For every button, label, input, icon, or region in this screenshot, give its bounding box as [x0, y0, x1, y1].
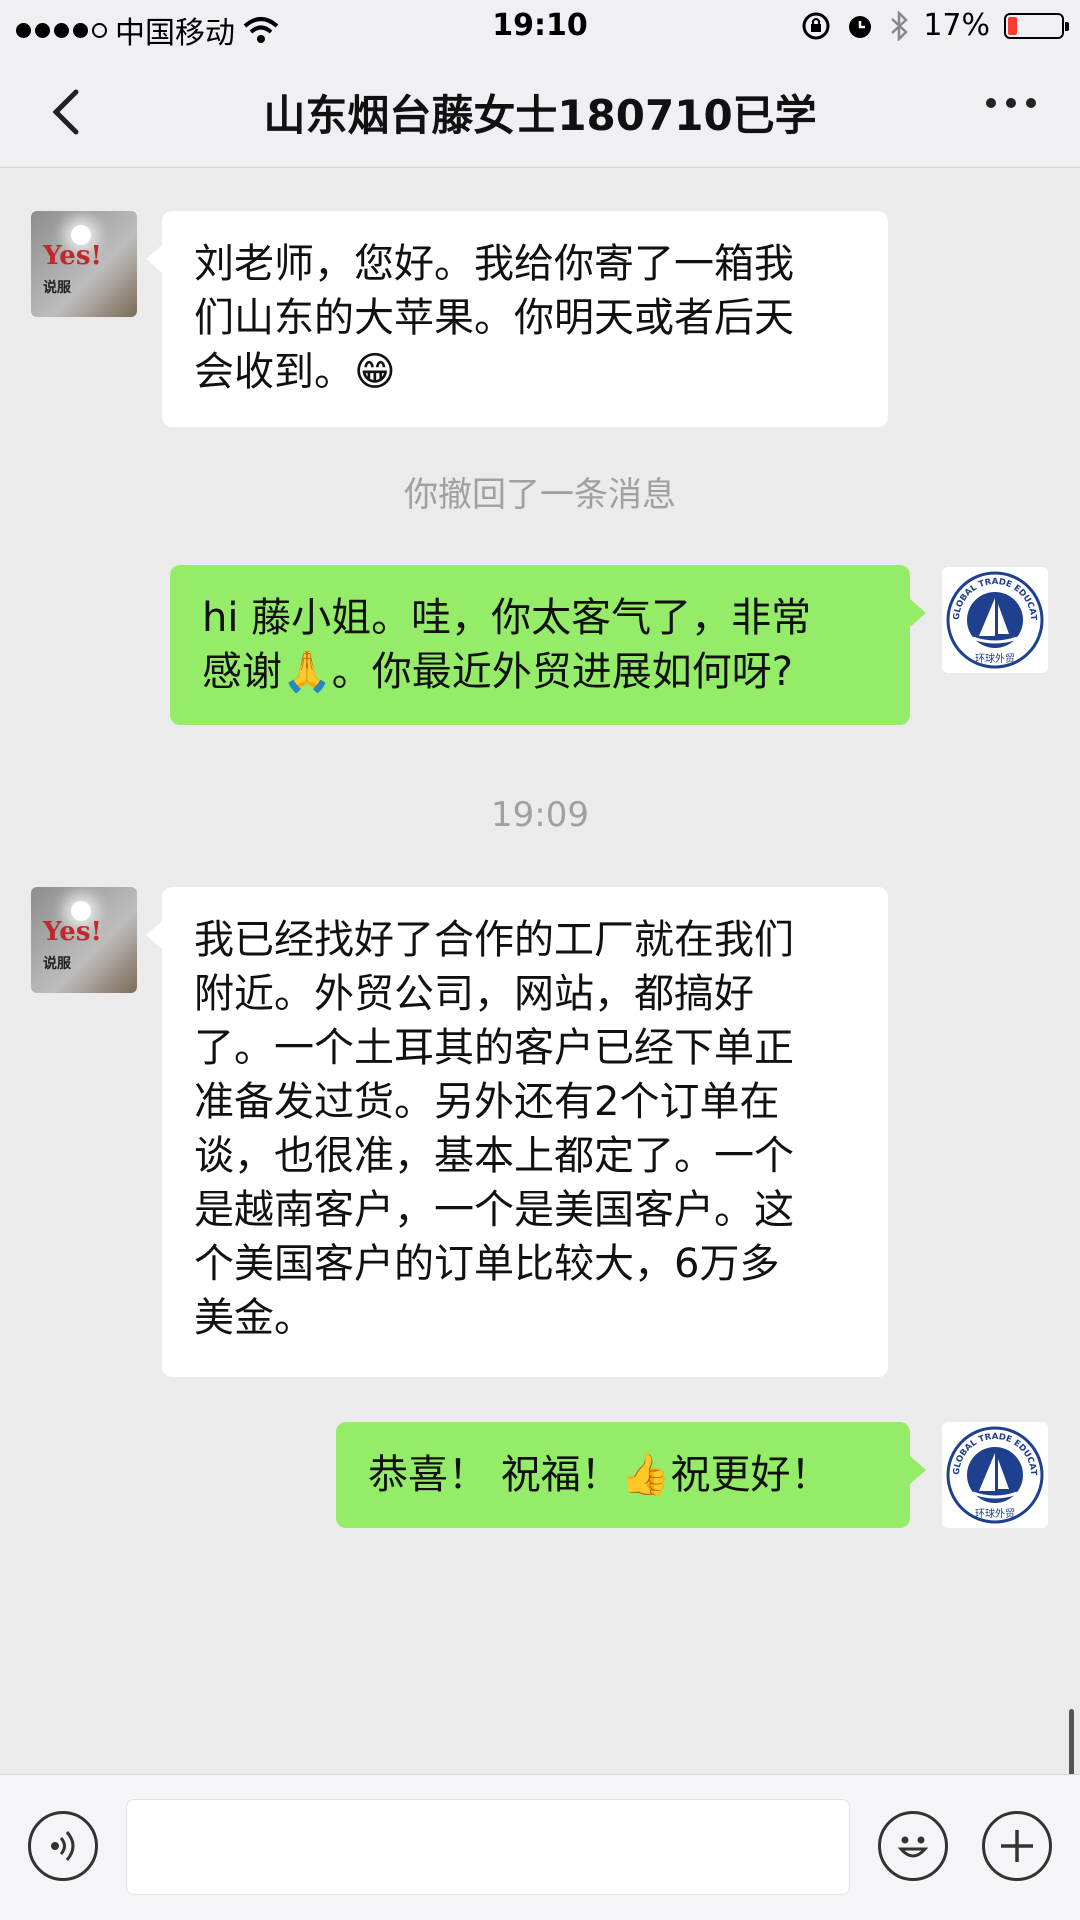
message-line: 谈，也很准，基本上都定了。一个: [194, 1133, 794, 1179]
logo-subtext: 环球外贸: [975, 652, 1015, 665]
message-line: 们山东的大苹果。你明天或者后天: [194, 295, 794, 341]
avatar-subtext: 说服: [43, 956, 71, 972]
contact-avatar[interactable]: Yes! 说服: [31, 887, 137, 993]
message-line: 是越南客户，一个是美国客户。这: [194, 1187, 794, 1233]
voice-icon: [51, 1831, 75, 1861]
avatar-text: Yes!: [43, 241, 102, 271]
rotation-lock-icon: [802, 12, 830, 39]
recall-notice: 你撤回了一条消息: [404, 475, 676, 515]
status-bar: 中国移动 19:10 17%: [0, 0, 1080, 54]
emoji-button[interactable]: [878, 1811, 948, 1881]
more-button[interactable]: [986, 98, 1036, 108]
chat-title: 山东烟台藤女士180710已学: [263, 91, 817, 140]
plus-icon: [1001, 1830, 1033, 1862]
global-trade-education-logo-icon: GLOBAL TRADE EDUCATION 环球外贸: [945, 570, 1044, 669]
input-bar: [0, 1774, 1080, 1920]
message-list[interactable]: Yes! 说服 刘老师，您好。我给你寄了一箱我 们山东的大苹果。你明天或者后天 …: [0, 169, 1080, 1920]
battery-icon: [1004, 12, 1069, 39]
message-line: 准备发过货。另外还有2个订单在: [194, 1079, 780, 1125]
alarm-icon: [849, 15, 872, 38]
message-line: 我已经找好了合作的工厂就在我们: [194, 917, 794, 963]
status-right: 17%: [801, 8, 1069, 43]
avatar-text: Yes!: [43, 917, 102, 947]
nav-bar: 山东烟台藤女士180710已学: [0, 54, 1080, 168]
message-line: 个美国客户的订单比较大，6万多: [194, 1241, 780, 1287]
message-timestamp: 19:09: [491, 795, 589, 835]
logo-subtext: 环球外贸: [975, 1507, 1015, 1520]
more-icon: [986, 98, 996, 108]
message-bubble-incoming[interactable]: 刘老师，您好。我给你寄了一箱我 们山东的大苹果。你明天或者后天 会收到。😁: [146, 211, 888, 427]
chevron-left-icon: [52, 89, 79, 135]
message-input[interactable]: [126, 1799, 850, 1895]
message-line: 会收到。😁: [194, 349, 396, 395]
battery-percent: 17%: [923, 8, 990, 43]
message-line: 附近。外贸公司，网站，都搞好: [194, 971, 754, 1017]
contact-avatar[interactable]: Yes! 说服: [31, 211, 137, 317]
message-bubble-incoming[interactable]: 我已经找好了合作的工厂就在我们 附近。外贸公司，网站，都搞好 了。一个土耳其的客…: [146, 887, 888, 1377]
my-avatar[interactable]: GLOBAL TRADE EDUCATION 环球外贸: [942, 1422, 1048, 1528]
back-button[interactable]: [40, 82, 100, 142]
plus-button[interactable]: [982, 1811, 1052, 1881]
avatar-subtext: 说服: [43, 280, 71, 296]
message-line: 美金。: [194, 1295, 314, 1341]
message-line: 感谢🙏。你最近外贸进展如何呀?: [202, 649, 794, 695]
message-line: hi 藤小姐。哇，你太客气了，非常: [202, 595, 812, 641]
message-line: 了。一个土耳其的客户已经下单正: [194, 1025, 794, 1071]
message-line: 刘老师，您好。我给你寄了一箱我: [194, 241, 794, 287]
message-line: 恭喜！ 祝福！👍祝更好！: [368, 1452, 831, 1498]
voice-button[interactable]: [28, 1811, 98, 1881]
message-bubble-outgoing[interactable]: 恭喜！ 祝福！👍祝更好！: [336, 1422, 926, 1528]
message-bubble-outgoing[interactable]: hi 藤小姐。哇，你太客气了，非常 感谢🙏。你最近外贸进展如何呀?: [170, 565, 926, 725]
global-trade-education-logo-icon: GLOBAL TRADE EDUCATION 环球外贸: [945, 1425, 1044, 1524]
bluetooth-icon: [891, 10, 909, 41]
my-avatar[interactable]: GLOBAL TRADE EDUCATION 环球外贸: [942, 567, 1048, 673]
emoji-icon: [897, 1836, 929, 1858]
